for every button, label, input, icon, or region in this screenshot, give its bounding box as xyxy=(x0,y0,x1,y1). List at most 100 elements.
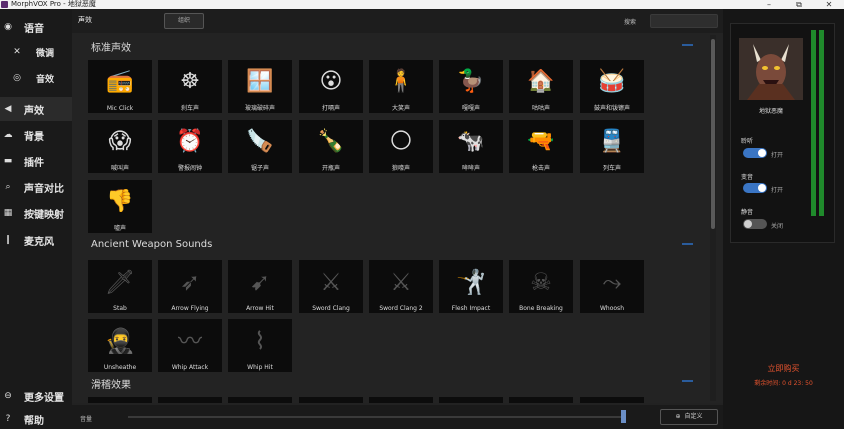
sound-tile[interactable] xyxy=(299,397,363,403)
sidebar-item-label: 麦克风 xyxy=(24,236,54,248)
sound-tile-label: Whoosh xyxy=(599,305,624,312)
sidebar-item-tweak[interactable]: ✕ 微调 xyxy=(0,40,72,64)
collapse-toggle-funny[interactable] xyxy=(682,380,693,382)
sound-tile[interactable]: ☠ Bone Breaking xyxy=(509,260,573,313)
sound-tile[interactable]: 〰 Whip Attack xyxy=(158,319,222,372)
sound-tile[interactable]: ⚔ Sword Clang xyxy=(299,260,363,313)
scrollbar-thumb[interactable] xyxy=(711,39,715,229)
sidebar-item-label: 按键映射 xyxy=(24,209,64,221)
maximize-button[interactable]: ⧉ xyxy=(784,0,814,9)
morph-state: 打开 xyxy=(771,187,784,194)
sound-tile[interactable]: 🥁 鼓声和钹镲声 xyxy=(580,60,644,113)
crossed-swords-icon: ⚔ xyxy=(390,268,412,296)
volume-slider-track[interactable] xyxy=(128,416,626,418)
steering-wheel-icon: ☸ xyxy=(180,69,200,94)
burping-face-icon: 😮 xyxy=(319,69,343,94)
sound-tile[interactable]: ⌇ Whip Hit xyxy=(228,319,292,372)
bottle-icon: 🍾 xyxy=(317,129,345,154)
help-icon: ? xyxy=(5,414,11,424)
sound-tile[interactable] xyxy=(158,397,222,403)
sound-tile-label: Flesh Impact xyxy=(451,305,491,312)
mute-label: 静音 xyxy=(741,209,754,216)
sound-tile[interactable]: 🪟 玻璃破碎声 xyxy=(228,60,292,113)
dagger-icon: 🗡 xyxy=(104,268,136,296)
sound-tile[interactable]: 🐄 哞哞声 xyxy=(439,120,503,173)
sound-tile[interactable]: 🤺 Flesh Impact xyxy=(439,260,503,313)
sidebar-item-label: 背景 xyxy=(24,131,44,143)
collapse-toggle-ancient-weapons[interactable] xyxy=(682,243,693,245)
volume-label: 音量 xyxy=(80,416,93,423)
sound-tile[interactable]: 🚆 列车声 xyxy=(580,120,644,173)
organize-button[interactable]: 组织 xyxy=(164,13,204,29)
sound-tile[interactable]: 🧍 大笑声 xyxy=(369,60,433,113)
sound-tile[interactable]: 🍾 开瓶声 xyxy=(299,120,363,173)
sound-tile-label: 嘘声 xyxy=(113,225,126,232)
mute-state: 关闭 xyxy=(771,223,784,230)
sound-tile[interactable]: 🔫 枪击声 xyxy=(509,120,573,173)
sound-tile[interactable]: 🏠 咕咕声 xyxy=(509,60,573,113)
sound-tile[interactable]: ⏰ 警报闹钟 xyxy=(158,120,222,173)
sound-tile[interactable]: ➶ Arrow Flying xyxy=(158,260,222,313)
whoosh-icon: ⤳ xyxy=(602,268,622,296)
sound-library: 标准声效 Ancient Weapon Sounds 滑稽效果 📻 Mic Cli… xyxy=(72,33,723,403)
custom-button[interactable]: ⊕ 自定义 xyxy=(660,409,718,425)
voice-portrait[interactable] xyxy=(739,38,803,100)
sound-tile[interactable]: 🥷 Unsheathe xyxy=(88,319,152,372)
sidebar-item-label: 声音对比 xyxy=(24,183,64,195)
more-settings-button[interactable]: ⊖ 更多设置 xyxy=(0,384,72,408)
sound-tile-label: Sword Clang 2 xyxy=(379,305,423,312)
sound-tile[interactable]: 🌕 狼嚎声 xyxy=(369,120,433,173)
sidebar-item-label: 微调 xyxy=(36,48,55,59)
duck-icon: 🦆 xyxy=(457,69,485,94)
sound-tile[interactable]: 🗡 Stab xyxy=(88,260,152,313)
sidebar-item-plugins[interactable]: ▬ 插件 xyxy=(0,149,72,173)
morph-toggle[interactable] xyxy=(743,183,767,193)
sidebar-item-keybinds[interactable]: ▦ 按键映射 xyxy=(0,201,72,225)
sound-tile-label: 喊叫声 xyxy=(110,165,129,172)
sound-tile-label: Unsheathe xyxy=(103,364,137,371)
broken-window-icon: 🪟 xyxy=(246,69,274,94)
sound-tile[interactable] xyxy=(439,397,503,403)
minimize-button[interactable]: – xyxy=(754,0,784,9)
sound-tile[interactable] xyxy=(509,397,573,403)
sidebar-item-label: 音效 xyxy=(36,74,55,85)
scrollbar[interactable] xyxy=(710,35,716,401)
listen-toggle[interactable] xyxy=(743,148,767,158)
sound-tile[interactable] xyxy=(228,397,292,403)
volume-slider-handle[interactable] xyxy=(621,410,627,423)
sidebar-item-microphone[interactable]: ❙ 麦克风 xyxy=(0,228,72,252)
sound-tile[interactable]: 👎 嘘声 xyxy=(88,180,152,233)
sound-tile[interactable]: ⤳ Whoosh xyxy=(580,260,644,313)
sound-tile[interactable]: 😱 喊叫声 xyxy=(88,120,152,173)
sound-tile[interactable] xyxy=(88,397,152,403)
sound-tile[interactable]: 😮 打嗝声 xyxy=(299,60,363,113)
collapse-toggle-standard[interactable] xyxy=(682,44,693,46)
sound-tile[interactable]: ➹ Arrow Hit xyxy=(228,260,292,313)
sound-tile-label: Whip Hit xyxy=(247,364,273,371)
title-bar: MorphVOX Pro - 地狱恶魔 – ⧉ ✕ xyxy=(0,0,844,9)
mute-toggle[interactable] xyxy=(743,219,767,229)
sidebar-item-voice-compare[interactable]: ⌕ 声音对比 xyxy=(0,175,72,199)
close-button[interactable]: ✕ xyxy=(814,0,844,9)
search-input[interactable] xyxy=(650,14,718,28)
sound-tile[interactable]: 🦆 嘎嘎声 xyxy=(439,60,503,113)
help-button[interactable]: ? 帮助 xyxy=(0,407,72,429)
cloud-icon: ☁ xyxy=(3,130,13,140)
sidebar-item-voice[interactable]: ◉ 语音 xyxy=(0,15,72,39)
sidebar-item-audio-effects[interactable]: ◎ 音效 xyxy=(0,66,72,90)
sound-tile[interactable]: ☸ 刹车声 xyxy=(158,60,222,113)
sound-tile[interactable] xyxy=(369,397,433,403)
buy-now-link[interactable]: 立即购买 xyxy=(723,363,844,374)
sound-tile[interactable]: 📻 Mic Click xyxy=(88,60,152,113)
sidebar-item-backgrounds[interactable]: ☁ 背景 xyxy=(0,123,72,147)
sound-tile[interactable]: 🪚 锯子声 xyxy=(228,120,292,173)
sound-tile-label: 锯子声 xyxy=(250,165,269,172)
sidebar-item-sounds[interactable]: ◀ 声效 xyxy=(0,97,72,121)
sound-tile[interactable] xyxy=(580,397,644,403)
morph-label: 变音 xyxy=(741,174,754,181)
sound-tile[interactable]: ⚔ Sword Clang 2 xyxy=(369,260,433,313)
listen-label: 聆听 xyxy=(741,138,754,145)
settings-circle-icon: ⊖ xyxy=(4,391,12,401)
sound-tile-label: Whip Attack xyxy=(171,364,209,371)
sound-tile-label: 嘎嘎声 xyxy=(461,105,480,112)
